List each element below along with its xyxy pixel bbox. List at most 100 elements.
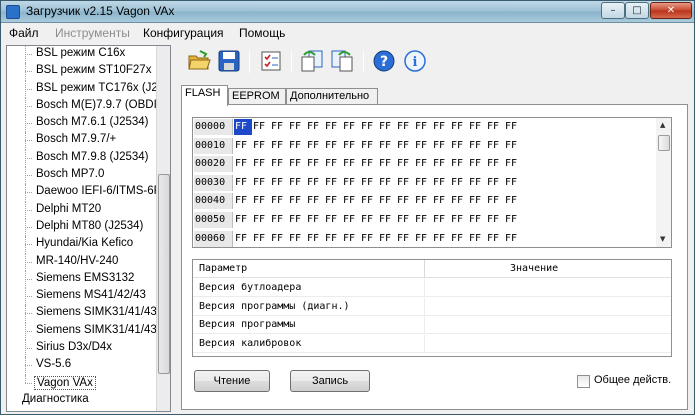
hex-byte[interactable]: FF: [468, 175, 486, 191]
save-disk-icon[interactable]: [217, 49, 241, 73]
hex-byte[interactable]: FF: [234, 119, 252, 135]
title-bar[interactable]: Загрузчик v2.15 Vagon VAx – □ ✕: [1, 1, 694, 23]
hex-byte[interactable]: FF: [306, 119, 324, 135]
hex-byte[interactable]: FF: [468, 156, 486, 172]
tree-scroll-thumb[interactable]: [158, 174, 170, 374]
hex-byte[interactable]: FF: [432, 212, 450, 228]
tree-item[interactable]: Bosch M(E)7.9.7 (OBDII): [7, 97, 157, 116]
hex-byte[interactable]: FF: [414, 212, 432, 228]
hex-byte[interactable]: FF: [378, 156, 396, 172]
hex-byte[interactable]: FF: [414, 175, 432, 191]
param-row[interactable]: Версия программы (диагн.): [193, 297, 671, 316]
hex-byte[interactable]: FF: [468, 119, 486, 135]
hex-byte[interactable]: FF: [270, 175, 288, 191]
hex-byte[interactable]: FF: [378, 193, 396, 209]
hex-byte[interactable]: FF: [378, 119, 396, 135]
hex-byte[interactable]: FF: [378, 175, 396, 191]
hex-byte[interactable]: FF: [468, 193, 486, 209]
hex-byte[interactable]: FF: [342, 138, 360, 154]
hex-byte[interactable]: FF: [450, 193, 468, 209]
hex-byte[interactable]: FF: [504, 119, 522, 135]
hex-byte[interactable]: FF: [396, 119, 414, 135]
hex-byte[interactable]: FF: [252, 119, 270, 135]
hex-view[interactable]: 00000 FF FF FF FF FF FF FF FF FF FF FF FF FF FF FF FF 000…: [192, 117, 672, 248]
param-row[interactable]: Версия бутлоадера: [193, 279, 671, 297]
hex-byte[interactable]: FF: [306, 231, 324, 247]
hex-scroll-thumb[interactable]: [658, 135, 670, 151]
hex-byte[interactable]: FF: [360, 138, 378, 154]
tree-item[interactable]: Bosch M7.9.7/+: [7, 132, 157, 150]
hex-byte[interactable]: FF: [396, 193, 414, 209]
hex-byte[interactable]: FF: [324, 175, 342, 191]
hex-byte[interactable]: FF: [468, 212, 486, 228]
hex-byte[interactable]: FF: [396, 212, 414, 228]
tree-item[interactable]: BSL режим TC176x (J25: [7, 80, 157, 98]
hex-byte[interactable]: FF: [324, 193, 342, 209]
hex-byte[interactable]: FF: [252, 212, 270, 228]
hex-byte[interactable]: FF: [378, 212, 396, 228]
minimize-button[interactable]: –: [601, 2, 625, 19]
hex-byte[interactable]: FF: [288, 193, 306, 209]
hex-byte[interactable]: FF: [306, 156, 324, 172]
hex-byte[interactable]: FF: [288, 212, 306, 228]
menu-config[interactable]: Конфигурация: [143, 26, 224, 40]
hex-byte[interactable]: FF: [450, 119, 468, 135]
hex-byte[interactable]: FF: [486, 156, 504, 172]
hex-byte[interactable]: FF: [450, 231, 468, 247]
hex-byte[interactable]: FF: [504, 212, 522, 228]
tree-item[interactable]: Siemens SIMK31/41/43 (: [7, 322, 157, 341]
hex-byte[interactable]: FF: [234, 193, 252, 209]
hex-byte[interactable]: FF: [270, 193, 288, 209]
menu-tools[interactable]: Инструменты: [55, 26, 130, 40]
tree-item[interactable]: Siemens SIMK31/41/43: [7, 305, 157, 323]
scroll-up-arrow-icon[interactable]: ▲: [660, 121, 665, 129]
hex-byte[interactable]: FF: [396, 156, 414, 172]
hex-byte[interactable]: FF: [342, 212, 360, 228]
write-ecu-icon[interactable]: [330, 49, 354, 73]
hex-byte[interactable]: FF: [234, 212, 252, 228]
tree-item[interactable]: BSL режим C16x: [7, 46, 157, 64]
hex-byte[interactable]: FF: [360, 175, 378, 191]
help-icon[interactable]: ?: [372, 49, 396, 73]
checklist-icon[interactable]: [259, 49, 283, 73]
hex-byte[interactable]: FF: [252, 231, 270, 247]
hex-byte[interactable]: FF: [324, 212, 342, 228]
tree-item[interactable]: Vagon VAx: [7, 374, 157, 392]
tree-item[interactable]: Daewoo IEFI-6/ITMS-6F: [7, 184, 157, 202]
hex-byte[interactable]: FF: [432, 193, 450, 209]
hex-byte[interactable]: FF: [360, 119, 378, 135]
hex-byte[interactable]: FF: [360, 156, 378, 172]
hex-byte[interactable]: FF: [270, 156, 288, 172]
hex-byte[interactable]: FF: [432, 119, 450, 135]
hex-byte[interactable]: FF: [450, 156, 468, 172]
hex-byte[interactable]: FF: [288, 175, 306, 191]
param-row[interactable]: Версия программы: [193, 316, 671, 334]
hex-byte[interactable]: FF: [486, 119, 504, 135]
column-header-param[interactable]: Параметр: [199, 263, 247, 274]
close-button[interactable]: ✕: [650, 2, 692, 19]
hex-byte[interactable]: FF: [414, 193, 432, 209]
hex-byte[interactable]: FF: [288, 138, 306, 154]
tab-additional[interactable]: Дополнительно: [286, 88, 378, 105]
hex-byte[interactable]: FF: [504, 175, 522, 191]
hex-byte[interactable]: FF: [306, 138, 324, 154]
info-icon[interactable]: i: [403, 49, 427, 73]
hex-byte[interactable]: FF: [504, 156, 522, 172]
tree-item[interactable]: Bosch M7.6.1 (J2534): [7, 115, 157, 133]
param-row[interactable]: Версия калибровок: [193, 334, 671, 353]
hex-byte[interactable]: FF: [504, 138, 522, 154]
tab-eeprom[interactable]: EEPROM: [228, 88, 286, 105]
tree-item[interactable]: BSL режим ST10F27x: [7, 63, 157, 81]
hex-byte[interactable]: FF: [306, 175, 324, 191]
tree-item[interactable]: Sirius D3x/D4x: [7, 340, 157, 358]
column-divider[interactable]: [424, 260, 425, 278]
tab-flash[interactable]: FLASH: [181, 85, 228, 106]
hex-byte[interactable]: FF: [270, 231, 288, 247]
tree-item[interactable]: Диагностика: [7, 392, 157, 409]
hex-byte[interactable]: FF: [486, 138, 504, 154]
hex-byte[interactable]: FF: [468, 138, 486, 154]
menu-help[interactable]: Помощь: [239, 26, 285, 40]
hex-byte[interactable]: FF: [486, 212, 504, 228]
hex-byte[interactable]: FF: [468, 231, 486, 247]
hex-byte[interactable]: FF: [252, 156, 270, 172]
